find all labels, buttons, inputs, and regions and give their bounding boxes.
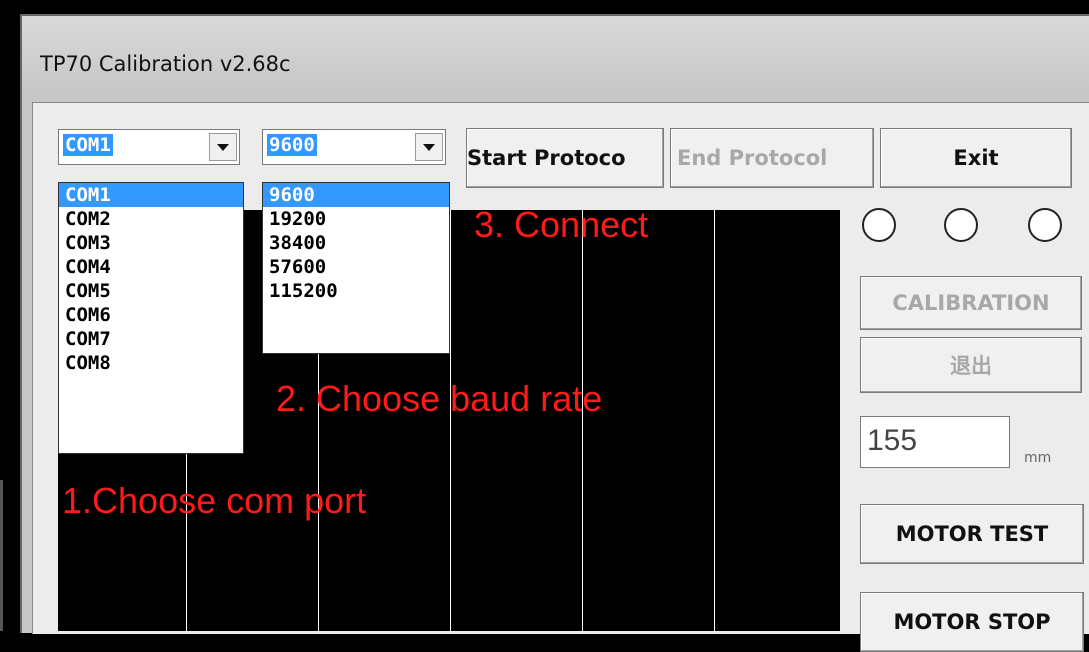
plot-divider [714,210,715,631]
dropdown-option[interactable]: COM8 [59,351,243,375]
dropdown-option[interactable]: COM6 [59,303,243,327]
com-port-select[interactable]: COM1 [58,129,240,165]
dropdown-option[interactable]: 57600 [263,255,449,279]
quit-label: 退出 [950,354,992,378]
plot-divider [450,210,451,631]
com-port-dropdown[interactable]: COM1 COM2 COM3 COM4 COM5 COM6 COM7 COM8 [58,182,244,454]
chevron-down-icon[interactable] [209,133,237,161]
status-led-1 [862,208,896,242]
chevron-down-icon[interactable] [415,133,443,161]
start-protocol-button[interactable]: Start Protoco [466,128,664,188]
exit-label: Exit [953,146,999,170]
annotation-choose-port: 1.Choose com port [62,480,367,521]
title-bar[interactable]: TP70 Calibration v2.68c [22,16,1089,96]
motor-stop-label: MOTOR STOP [893,610,1051,634]
dropdown-option[interactable]: COM7 [59,327,243,351]
dropdown-option[interactable]: 19200 [263,207,449,231]
dropdown-option[interactable]: 38400 [263,231,449,255]
exit-button[interactable]: Exit [880,128,1072,188]
start-protocol-label: Start Protoco [467,146,626,170]
end-protocol-button[interactable]: End Protocol [670,128,874,188]
dropdown-option[interactable]: COM2 [59,207,243,231]
motor-test-label: MOTOR TEST [895,522,1049,546]
end-protocol-label: End Protocol [677,146,828,170]
status-led-3 [1028,208,1062,242]
dropdown-option[interactable]: COM4 [59,255,243,279]
dropdown-option[interactable]: 9600 [263,183,449,207]
baud-rate-dropdown[interactable]: 9600 19200 38400 57600 115200 [262,182,450,354]
distance-field[interactable]: 155 [860,416,1010,468]
calibration-label: CALIBRATION [892,291,1050,315]
dropdown-option[interactable]: 115200 [263,279,449,303]
dropdown-option[interactable]: COM1 [59,183,243,207]
calibration-button[interactable]: CALIBRATION [860,276,1082,330]
dropdown-option[interactable]: COM5 [59,279,243,303]
motor-stop-button[interactable]: MOTOR STOP [860,592,1084,652]
baud-rate-select[interactable]: 9600 [262,129,446,165]
baud-rate-value: 9600 [267,134,317,156]
annotation-choose-baud: 2. Choose baud rate [276,378,603,419]
window-frame-edge [0,480,3,631]
annotation-connect: 3. Connect [474,204,649,245]
status-led-2 [944,208,978,242]
motor-test-button[interactable]: MOTOR TEST [860,504,1084,564]
window-title: TP70 Calibration v2.68c [40,52,291,76]
plot-divider [582,210,583,631]
com-port-value: COM1 [63,134,113,156]
quit-button[interactable]: 退出 [860,337,1082,393]
distance-unit: mm [1024,450,1052,466]
dropdown-option[interactable]: COM3 [59,231,243,255]
